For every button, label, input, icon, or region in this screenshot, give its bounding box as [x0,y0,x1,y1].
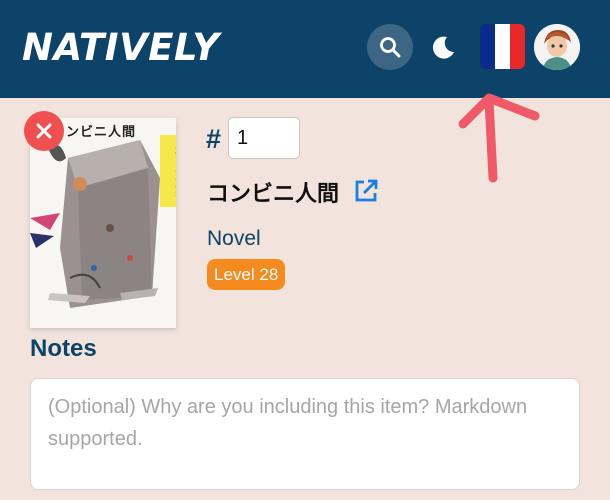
moon-icon[interactable] [428,32,458,62]
notes-label: Notes [30,335,97,362]
level-badge: Level 28 [207,259,286,290]
language-flag-button[interactable] [480,24,525,69]
top-navigation-bar: NATIVELY [0,0,610,98]
cover-artwork [30,140,160,308]
flag-stripe-blue [480,24,495,69]
item-type-label: Novel [207,227,261,250]
number-prefix: # [206,124,222,154]
book-title: コンビニ人間 [207,182,340,207]
avatar-icon [534,24,580,70]
close-icon [36,123,52,139]
book-cover-image: コンビニ人間 村田沙耶香 [30,118,176,328]
search-icon [380,37,401,58]
notes-textarea[interactable] [30,378,580,490]
flag-stripe-white [495,24,510,69]
remove-item-button[interactable] [24,111,64,151]
user-avatar[interactable] [534,24,580,70]
flag-stripe-red [510,24,525,69]
app-logo[interactable]: NATIVELY [22,26,220,69]
annotation-arrow [458,93,540,183]
external-link-icon[interactable] [352,177,380,205]
item-number-input[interactable] [228,117,300,159]
search-button[interactable] [367,24,413,70]
